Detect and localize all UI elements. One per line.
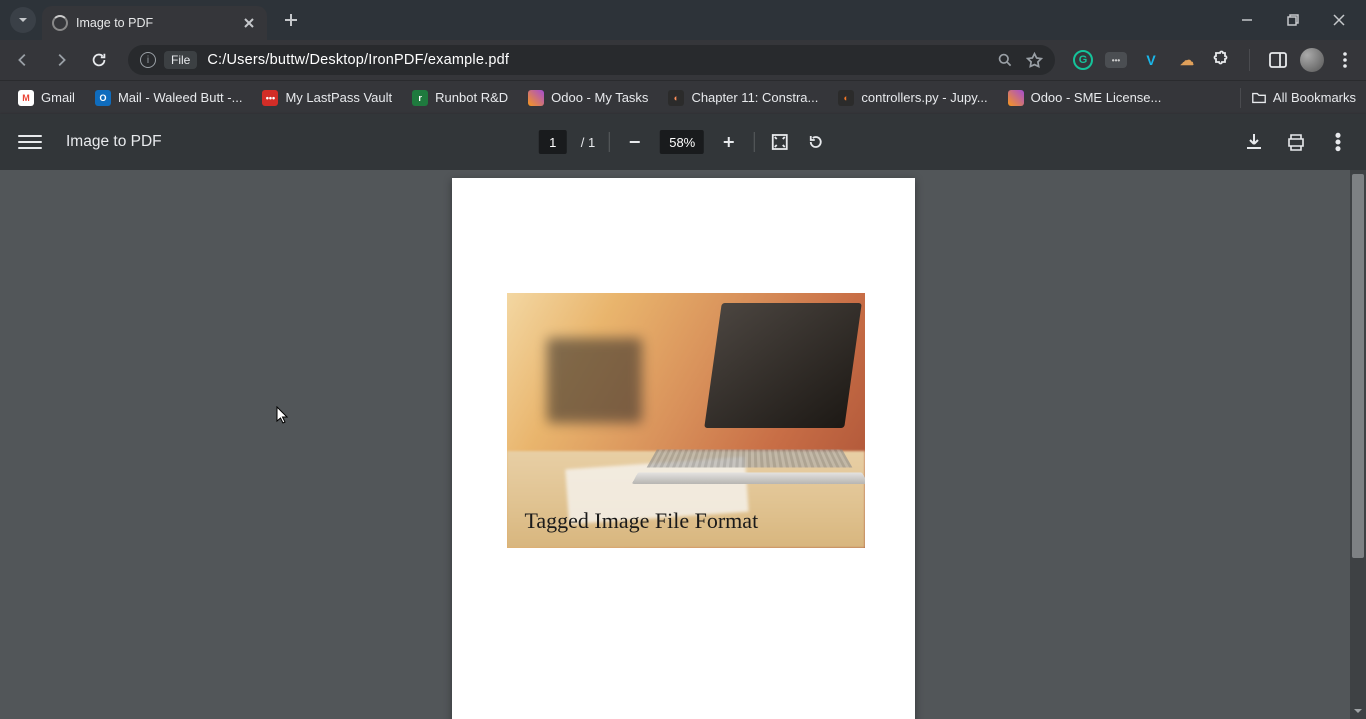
- mouse-cursor-icon: [276, 406, 290, 426]
- pdf-image-caption: Tagged Image File Format: [525, 508, 759, 534]
- pdf-viewer[interactable]: Tagged Image File Format: [0, 170, 1366, 719]
- bookmark-label: controllers.py - Jupy...: [861, 90, 987, 105]
- scroll-down-button[interactable]: [1350, 703, 1366, 719]
- browser-menu-icon[interactable]: [1336, 51, 1354, 69]
- minus-icon: [628, 135, 642, 149]
- extension-lastpass-icon[interactable]: •••: [1105, 52, 1127, 68]
- all-bookmarks-button[interactable]: All Bookmarks: [1251, 90, 1356, 106]
- tab-search-dropdown[interactable]: [10, 7, 36, 33]
- nav-forward-button[interactable]: [44, 43, 78, 77]
- toolbar-separator: [1249, 49, 1250, 71]
- print-icon[interactable]: [1286, 132, 1306, 152]
- pdf-toolbar-right: [1244, 132, 1348, 152]
- bookmark-label: Gmail: [41, 90, 75, 105]
- pdf-toolbar-center: / 1 58%: [539, 130, 827, 154]
- zoom-lens-icon[interactable]: [997, 52, 1014, 69]
- bookmark-label: My LastPass Vault: [285, 90, 392, 105]
- tab-title: Image to PDF: [76, 16, 241, 30]
- plus-icon: [722, 135, 736, 149]
- window-close-button[interactable]: [1316, 0, 1362, 40]
- url-text: C:/Users/buttw/Desktop/IronPDF/example.p…: [207, 52, 509, 68]
- bookmark-favicon-icon: O: [95, 90, 111, 106]
- pdf-embedded-image: Tagged Image File Format: [507, 293, 865, 548]
- bookmark-label: Mail - Waleed Butt -...: [118, 90, 243, 105]
- extension-misc-icon[interactable]: ☁: [1175, 48, 1199, 72]
- extension-grammarly-icon[interactable]: G: [1073, 50, 1093, 70]
- reload-icon: [90, 51, 108, 69]
- pdf-zoom-level[interactable]: 58%: [660, 130, 704, 154]
- address-bar-row: i File C:/Users/buttw/Desktop/IronPDF/ex…: [0, 40, 1366, 80]
- bookmark-favicon-icon: [1008, 90, 1024, 106]
- side-panel-icon[interactable]: [1268, 50, 1288, 70]
- bookmark-favicon-icon: [528, 90, 544, 106]
- bookmark-favicon-icon: M: [18, 90, 34, 106]
- bookmark-label: Odoo - My Tasks: [551, 90, 648, 105]
- window-minimize-button[interactable]: [1224, 0, 1270, 40]
- window-maximize-button[interactable]: [1270, 0, 1316, 40]
- pdf-document-title: Image to PDF: [66, 133, 162, 151]
- chevron-down-icon: [17, 14, 29, 26]
- bookmark-favicon-icon: •••: [262, 90, 278, 106]
- browser-titlebar: Image to PDF: [0, 0, 1366, 40]
- pdf-sidebar-toggle[interactable]: [18, 130, 42, 154]
- loading-favicon-icon: [52, 15, 68, 31]
- pdf-toolbar-separator: [754, 132, 755, 152]
- bookmark-item[interactable]: ◐ Chapter 11: Constra...: [660, 86, 826, 110]
- nav-back-button[interactable]: [6, 43, 40, 77]
- bookmark-label: Runbot R&D: [435, 90, 508, 105]
- bookmarks-separator: [1240, 88, 1241, 108]
- site-info-icon[interactable]: i: [140, 52, 156, 68]
- bookmark-item[interactable]: Odoo - SME License...: [1000, 86, 1170, 110]
- arrow-left-icon: [14, 51, 32, 69]
- bookmark-favicon-icon: ◐: [838, 90, 854, 106]
- pdf-zoom-in-button[interactable]: [718, 131, 740, 153]
- pdf-rotate-button[interactable]: [805, 131, 827, 153]
- bookmark-item[interactable]: ••• My LastPass Vault: [254, 86, 400, 110]
- pdf-toolbar: Image to PDF / 1 58%: [0, 114, 1366, 170]
- pdf-page-input[interactable]: [539, 130, 567, 154]
- maximize-icon: [1287, 14, 1299, 26]
- pdf-page-total: / 1: [581, 135, 595, 150]
- extension-vimeo-icon[interactable]: V: [1139, 48, 1163, 72]
- folder-icon: [1251, 90, 1267, 106]
- bookmark-item[interactable]: ◐ controllers.py - Jupy...: [830, 86, 995, 110]
- bookmark-item[interactable]: Odoo - My Tasks: [520, 86, 656, 110]
- bookmark-favicon-icon: r: [412, 90, 428, 106]
- bookmark-item[interactable]: O Mail - Waleed Butt -...: [87, 86, 251, 110]
- pdf-more-menu-icon[interactable]: [1328, 132, 1348, 152]
- download-icon[interactable]: [1244, 132, 1264, 152]
- extensions-row: G ••• V ☁: [1073, 48, 1354, 72]
- window-controls: [1224, 0, 1362, 40]
- nav-reload-button[interactable]: [82, 43, 116, 77]
- arrow-right-icon: [52, 51, 70, 69]
- profile-avatar[interactable]: [1300, 48, 1324, 72]
- scrollbar-thumb[interactable]: [1352, 174, 1364, 558]
- rotate-icon: [807, 133, 825, 151]
- bookmark-star-icon[interactable]: [1026, 52, 1043, 69]
- bookmark-label: Chapter 11: Constra...: [691, 90, 818, 105]
- extensions-puzzle-icon[interactable]: [1211, 50, 1231, 70]
- new-tab-button[interactable]: [277, 6, 305, 34]
- address-bar[interactable]: i File C:/Users/buttw/Desktop/IronPDF/ex…: [128, 45, 1055, 75]
- pdf-fit-page-button[interactable]: [769, 131, 791, 153]
- bookmark-item[interactable]: M Gmail: [10, 86, 83, 110]
- pdf-zoom-out-button[interactable]: [624, 131, 646, 153]
- url-scheme-chip: File: [164, 51, 197, 69]
- fit-page-icon: [771, 133, 789, 151]
- vertical-scrollbar[interactable]: [1350, 170, 1366, 719]
- browser-tab[interactable]: Image to PDF: [42, 6, 267, 40]
- chevron-down-icon: [1354, 707, 1362, 715]
- pdf-toolbar-separator: [609, 132, 610, 152]
- close-icon: [1333, 14, 1345, 26]
- tab-close-button[interactable]: [241, 15, 257, 31]
- plus-icon: [284, 13, 298, 27]
- bookmark-label: Odoo - SME License...: [1031, 90, 1162, 105]
- pdf-page: Tagged Image File Format: [452, 178, 915, 719]
- all-bookmarks-label: All Bookmarks: [1273, 90, 1356, 105]
- bookmarks-bar: M Gmail O Mail - Waleed Butt -... ••• My Last…: [0, 80, 1366, 114]
- close-icon: [244, 18, 254, 28]
- minimize-icon: [1241, 14, 1253, 26]
- bookmark-item[interactable]: r Runbot R&D: [404, 86, 516, 110]
- bookmark-favicon-icon: ◐: [668, 90, 684, 106]
